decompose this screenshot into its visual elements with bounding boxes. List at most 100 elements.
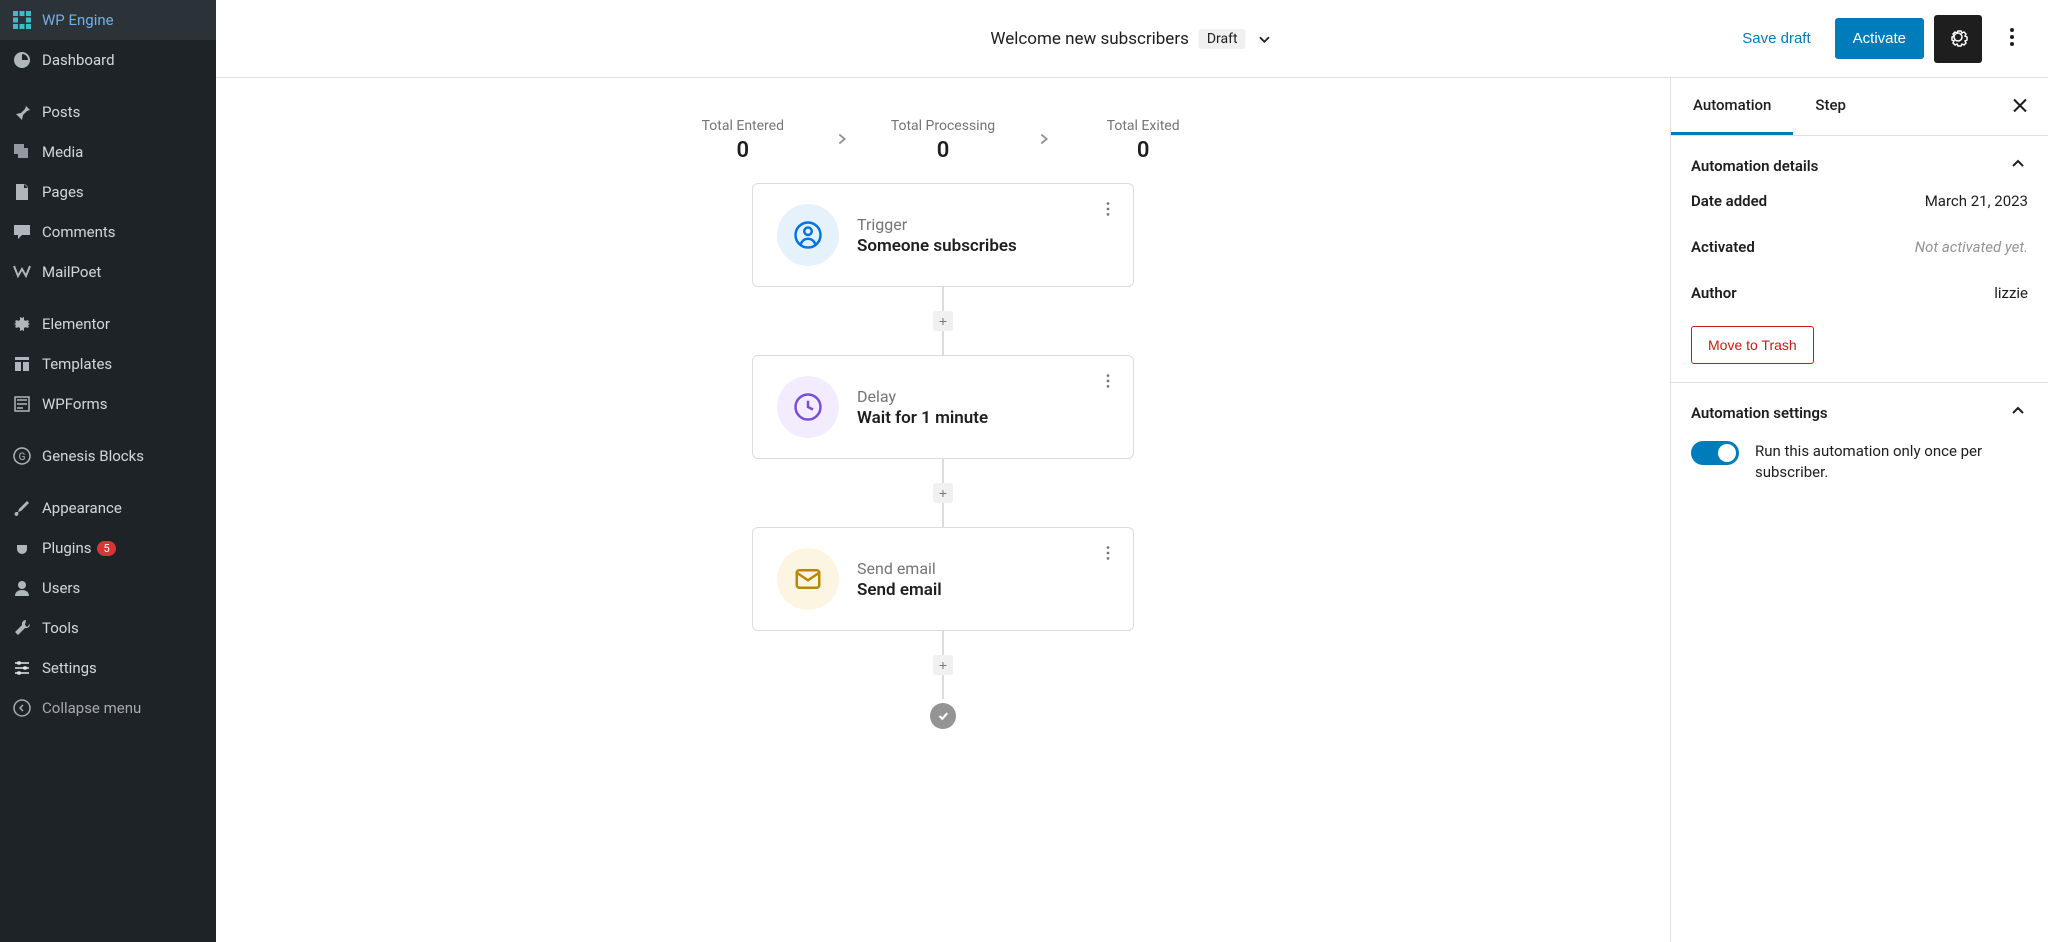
sidebar-item-label: MailPoet	[42, 263, 101, 281]
automation-details-section: Automation details Date added March 21, …	[1671, 136, 2048, 383]
stat-processing: Total Processing 0	[891, 118, 995, 163]
sidebar-collapse[interactable]: Collapse menu	[0, 688, 216, 728]
node-send-email[interactable]: Send email Send email	[752, 527, 1134, 631]
node-more-button[interactable]	[1095, 368, 1121, 397]
sidebar-item-media[interactable]: Media	[0, 132, 216, 172]
toggle-label: Run this automation only once per subscr…	[1755, 441, 2028, 483]
add-node-button[interactable]: +	[933, 483, 953, 503]
sidebar-item-label: Posts	[42, 103, 80, 121]
node-label: Trigger	[857, 215, 1109, 234]
page-icon	[12, 182, 32, 202]
node-label: Send email	[857, 559, 1109, 578]
node-title: Send email	[857, 580, 1109, 600]
node-delay[interactable]: Delay Wait for 1 minute	[752, 355, 1134, 459]
header-title-group[interactable]: Welcome new subscribers Draft	[990, 29, 1273, 49]
flow-diagram: Trigger Someone subscribes + Delay Wait …	[216, 183, 1670, 769]
section-header[interactable]: Automation details	[1691, 154, 2028, 178]
settings-button[interactable]	[1934, 15, 1982, 63]
user-icon	[12, 578, 32, 598]
more-options-button[interactable]	[1992, 15, 2032, 63]
move-to-trash-button[interactable]: Move to Trash	[1691, 326, 1814, 364]
sidebar-item-posts[interactable]: Posts	[0, 92, 216, 132]
sidebar-item-plugins[interactable]: Plugins 5	[0, 528, 216, 568]
detail-date-added: Date added March 21, 2023	[1691, 178, 2028, 224]
activate-button[interactable]: Activate	[1835, 18, 1924, 59]
sidebar-brand-label: WP Engine	[42, 11, 114, 29]
sidebar-item-users[interactable]: Users	[0, 568, 216, 608]
gear-icon	[1946, 25, 1970, 52]
sidebar-item-label: Pages	[42, 183, 84, 201]
chevron-right-icon	[1035, 130, 1053, 152]
collapse-label: Collapse menu	[42, 699, 141, 717]
sidebar-item-settings[interactable]: Settings	[0, 648, 216, 688]
detail-label: Date added	[1691, 192, 1767, 210]
stat-value: 0	[693, 138, 793, 163]
detail-value: Not activated yet.	[1915, 238, 2028, 256]
sidebar-item-label: Tools	[42, 619, 79, 637]
section-header[interactable]: Automation settings	[1691, 401, 2028, 425]
stat-label: Total Exited	[1093, 118, 1193, 134]
svg-text:G: G	[19, 452, 26, 463]
connector	[942, 459, 944, 483]
tab-step[interactable]: Step	[1793, 78, 1868, 135]
sidebar-item-pages[interactable]: Pages	[0, 172, 216, 212]
sidebar-item-label: Settings	[42, 659, 97, 677]
editor-header: Welcome new subscribers Draft Save draft…	[216, 0, 2048, 78]
sidebar-item-label: Elementor	[42, 315, 110, 333]
node-title: Wait for 1 minute	[857, 408, 1109, 428]
node-label: Delay	[857, 387, 1109, 406]
sidebar-item-wpforms[interactable]: WPForms	[0, 384, 216, 424]
detail-value: lizzie	[1994, 284, 2028, 302]
chevron-right-icon	[833, 130, 851, 152]
clock-icon	[777, 376, 839, 438]
chevron-up-icon	[2008, 401, 2028, 425]
admin-sidebar: WP Engine Dashboard Posts Media Pages Co…	[0, 0, 216, 942]
connector	[942, 675, 944, 699]
tab-automation[interactable]: Automation	[1671, 78, 1793, 135]
end-node	[930, 703, 956, 729]
sidebar-item-label: WPForms	[42, 395, 107, 413]
collapse-icon	[12, 698, 32, 718]
add-node-button[interactable]: +	[933, 655, 953, 675]
chevron-down-icon	[1256, 30, 1274, 48]
sidebar-item-templates[interactable]: Templates	[0, 344, 216, 384]
sidebar-item-dashboard[interactable]: Dashboard	[0, 40, 216, 80]
save-draft-button[interactable]: Save draft	[1728, 20, 1824, 57]
media-icon	[12, 142, 32, 162]
person-icon	[777, 204, 839, 266]
sidebar-item-tools[interactable]: Tools	[0, 608, 216, 648]
detail-activated: Activated Not activated yet.	[1691, 224, 2028, 270]
node-title: Someone subscribes	[857, 236, 1109, 256]
sidebar-item-label: Comments	[42, 223, 116, 241]
close-panel-button[interactable]	[2002, 87, 2038, 126]
connector	[942, 631, 944, 655]
sidebar-item-comments[interactable]: Comments	[0, 212, 216, 252]
pin-icon	[12, 102, 32, 122]
node-more-button[interactable]	[1095, 540, 1121, 569]
detail-value: March 21, 2023	[1925, 192, 2028, 210]
more-vertical-icon	[1099, 550, 1117, 565]
add-node-button[interactable]: +	[933, 311, 953, 331]
sidebar-item-mailpoet[interactable]: MailPoet	[0, 252, 216, 292]
plug-icon	[12, 538, 32, 558]
stat-label: Total Entered	[693, 118, 793, 134]
sidebar-item-label: Appearance	[42, 499, 122, 517]
settings-panel: Automation Step Automation details Date …	[1670, 78, 2048, 942]
node-more-button[interactable]	[1095, 196, 1121, 225]
sidebar-brand[interactable]: WP Engine	[0, 0, 216, 40]
node-trigger[interactable]: Trigger Someone subscribes	[752, 183, 1134, 287]
stat-exited: Total Exited 0	[1093, 118, 1193, 163]
sidebar-item-appearance[interactable]: Appearance	[0, 488, 216, 528]
sidebar-item-label: Dashboard	[42, 51, 115, 69]
connector	[942, 503, 944, 527]
comment-icon	[12, 222, 32, 242]
run-once-toggle[interactable]	[1691, 441, 1739, 465]
brush-icon	[12, 498, 32, 518]
sidebar-item-label: Genesis Blocks	[42, 447, 144, 465]
sidebar-item-elementor[interactable]: Elementor	[0, 304, 216, 344]
stats-row: Total Entered 0 Total Processing 0 Total…	[216, 78, 1670, 183]
section-title: Automation details	[1691, 157, 1818, 175]
detail-label: Activated	[1691, 238, 1755, 256]
gear-icon	[12, 314, 32, 334]
sidebar-item-genesis[interactable]: G Genesis Blocks	[0, 436, 216, 476]
